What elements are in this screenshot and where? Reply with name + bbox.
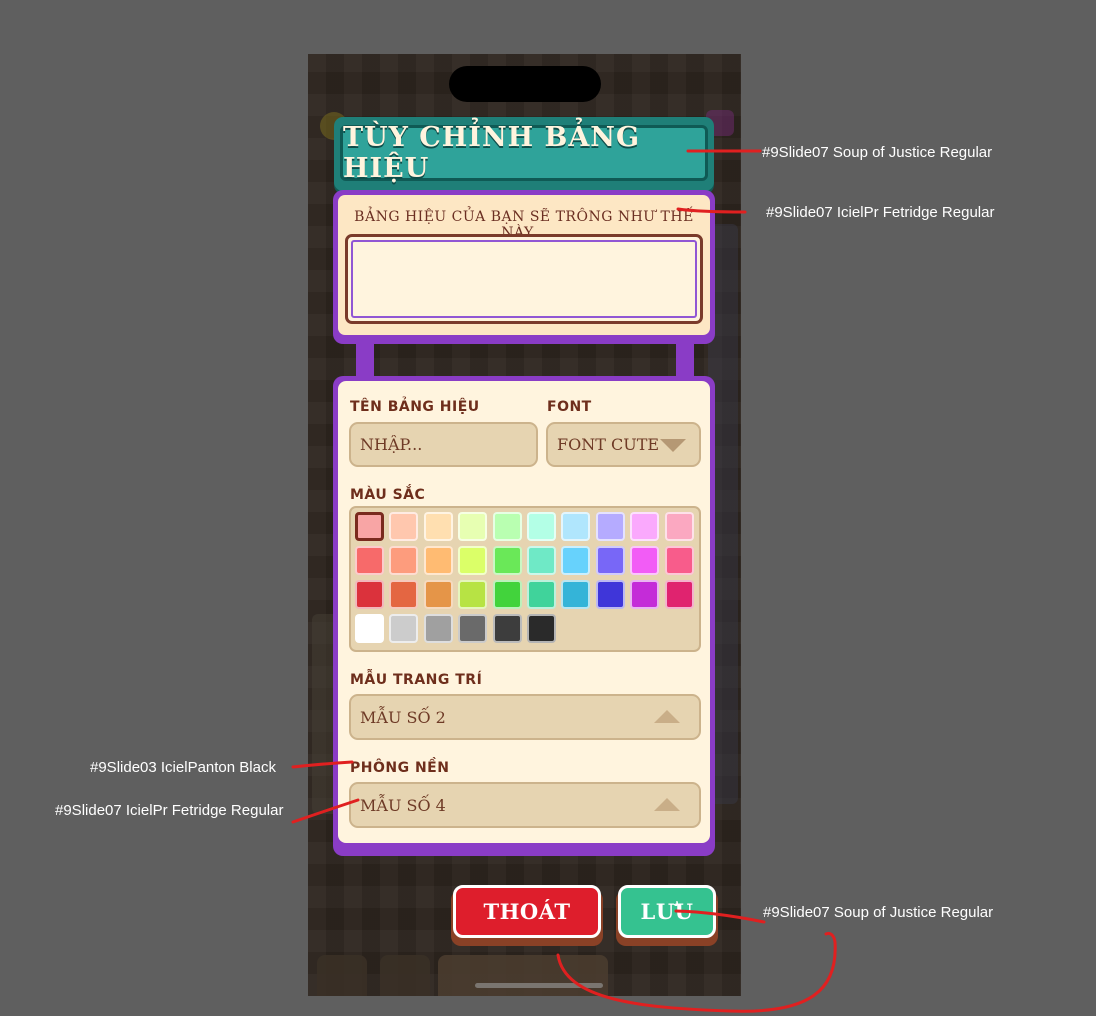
- value-font-note: #9Slide07 IcielPr Fetridge Regular: [55, 802, 284, 819]
- title-font-note: #9Slide07 Soup of Justice Regular: [762, 144, 993, 161]
- caption-font-note: #9Slide07 IcielPr Fetridge Regular: [766, 204, 995, 221]
- button-link-stroke: [556, 931, 837, 1013]
- value-annotation-stroke: [291, 798, 360, 824]
- button-annotation-stroke: [674, 909, 766, 924]
- label-annotation-stroke: [291, 760, 354, 769]
- caption-annotation-stroke: [676, 207, 747, 214]
- button-font-note: #9Slide07 Soup of Justice Regular: [763, 904, 994, 921]
- label-font-note: #9Slide03 IcielPanton Black: [90, 759, 276, 776]
